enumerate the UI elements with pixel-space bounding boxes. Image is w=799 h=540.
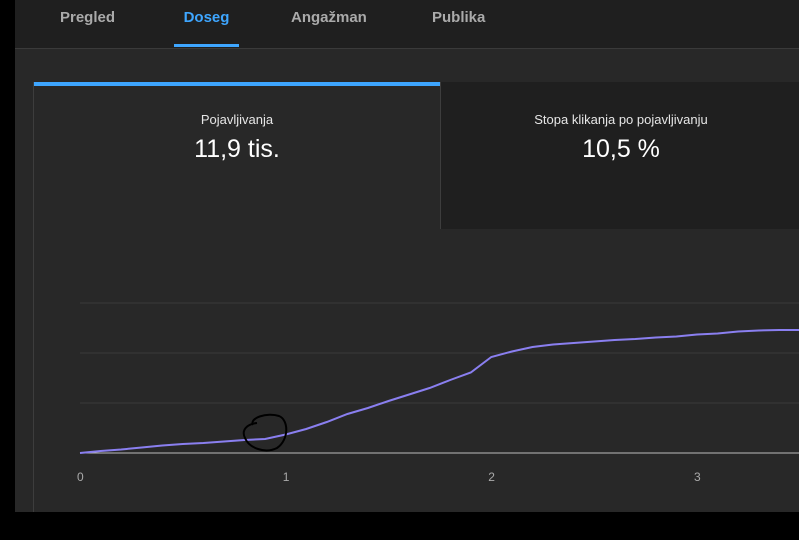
tab-label: Pregled [60, 9, 116, 26]
tab-pregled[interactable]: Pregled [60, 0, 150, 47]
tab-label: Angažman [291, 9, 367, 26]
x-tick-label: 1 [283, 470, 290, 484]
tab-bar: Pregled Doseg Angažman Publika [15, 0, 799, 49]
metric-value: 11,9 tis. [194, 135, 280, 163]
metric-label: Pojavljivanja [200, 112, 274, 127]
tab-label: Doseg [183, 9, 230, 26]
x-tick-label: 3 [694, 470, 701, 484]
tab-underline [174, 44, 239, 47]
impressions-series-line [79, 329, 799, 454]
tab-label: Publika [432, 9, 486, 26]
tab-publika[interactable]: Publika [432, 0, 512, 47]
metric-label: Stopa klikanja po pojavljivanju [534, 112, 708, 127]
x-tick-label: 2 [488, 470, 495, 484]
impressions-line-chart: 0 1 2 3 [77, 302, 799, 484]
metric-tab-impressions[interactable]: Pojavljivanja 11,9 tis. [34, 82, 440, 229]
tab-doseg[interactable]: Doseg [174, 0, 239, 47]
hand-drawn-circle-annotation [242, 413, 288, 452]
tab-angazman[interactable]: Angažman [291, 0, 391, 47]
metric-value: 10,5 % [582, 135, 660, 163]
x-tick-label: 0 [77, 470, 84, 484]
metric-tab-ctr[interactable]: Stopa klikanja po pojavljivanju 10,5 % [440, 82, 799, 229]
